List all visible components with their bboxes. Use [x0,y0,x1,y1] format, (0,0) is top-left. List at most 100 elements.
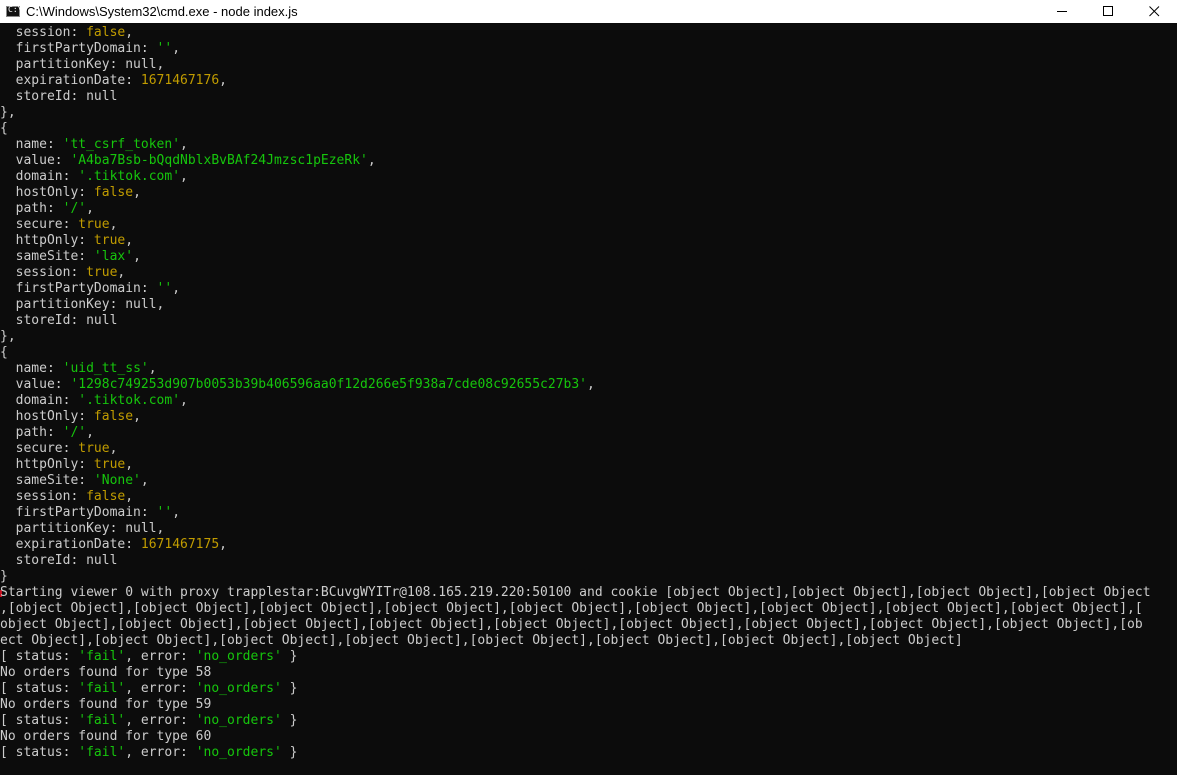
console-line: { [0,121,8,137]
console-token: domain: [0,393,79,408]
console-token: true [78,441,110,456]
console-line: Starting viewer 0 with proxy trapplestar… [0,585,1151,601]
console-token: , [133,185,141,200]
console-token: } [281,713,298,728]
close-button[interactable] [1131,0,1177,23]
minimize-button[interactable] [1039,0,1085,23]
console-line: No orders found for type 60 [0,729,211,745]
console-token: , [180,393,188,408]
window-title: C:\Windows\System32\cmd.exe - node index… [26,4,298,19]
console-token: , [86,201,94,216]
console-token: session: [0,489,87,504]
console-line: expirationDate: 1671467175, [0,537,227,553]
console-line: secure: true, [0,217,118,233]
console-token: storeId: null [0,89,118,104]
console-token: , error: [125,649,196,664]
console-token: session: [0,25,87,40]
console-token: , [86,425,94,440]
console-token: firstPartyDomain: [0,505,157,520]
console-token: , [125,457,134,472]
console-token: 'no_orders' [195,713,282,728]
console-token: , [587,377,595,392]
console-token: true [93,457,126,472]
console-token: } [281,745,298,760]
console-token: , [367,153,376,168]
console-token: No orders found for type 60 [0,729,212,744]
console-token: [ status: [0,681,79,696]
console-token: , [172,505,181,520]
console-token: 'uid_tt_ss' [62,361,149,376]
console-token: , [140,473,149,488]
console-line: expirationDate: 1671467176, [0,73,227,89]
console-line: { [0,345,8,361]
console-line: domain: '.tiktok.com', [0,169,188,185]
console-token: path: [0,201,63,216]
console-token: [ status: [0,745,79,760]
console-token: sameSite: [0,249,94,264]
console-token: , [133,249,141,264]
console-token: partitionKey: null, [0,297,165,312]
console-token: expirationDate: [0,537,141,552]
console-token: , [180,169,188,184]
console-token: , [125,25,134,40]
console-line: No orders found for type 58 [0,665,211,681]
title-bar[interactable]: C:\ C:\Windows\System32\cmd.exe - node i… [0,0,1177,23]
console-token: [ status: [0,713,79,728]
console-line: firstPartyDomain: '', [0,281,180,297]
console-token: '1298c749253d907b0053b39b406596aa0f12d26… [70,377,588,392]
console-line: storeId: null [0,89,118,105]
console-token: , [117,265,126,280]
console-token: hostOnly: [0,409,94,424]
console-token: 'fail' [78,681,126,696]
console-token: , [172,41,181,56]
console-line: hostOnly: false, [0,185,141,201]
console-line: value: '1298c749253d907b0053b39b406596aa… [0,377,595,393]
console-token: 'tt_csrf_token' [62,137,181,152]
console-token: [ status: [0,649,79,664]
console-line: storeId: null [0,313,118,329]
console-token: 'no_orders' [195,681,282,696]
console-token: 'fail' [78,713,126,728]
console-token: No orders found for type 58 [0,665,212,680]
console-token: , [219,537,227,552]
console-line: [ status: 'fail', error: 'no_orders' } [0,713,297,729]
console-token: , [148,361,157,376]
console-token: true [78,217,110,232]
console-line: }, [0,105,16,121]
console-output[interactable]: session: false, firstPartyDomain: '', pa… [0,25,1177,775]
console-token: '' [156,281,173,296]
console-token: , error: [125,745,196,760]
window-controls [1039,0,1177,23]
console-token: , [125,489,134,504]
console-token: value: [0,153,71,168]
console-token: false [93,185,134,200]
console-token: '.tiktok.com' [78,393,181,408]
console-line: }, [0,329,16,345]
console-token: storeId: null [0,313,118,328]
console-token: '' [156,41,173,56]
console-token: session: [0,265,87,280]
console-line: httpOnly: true, [0,233,133,249]
console-token: '/' [62,425,87,440]
console-token: path: [0,425,63,440]
console-line: ,[object Object],[object Object],[object… [0,601,1143,617]
console-token: { [0,345,8,360]
maximize-button[interactable] [1085,0,1131,23]
console-token: false [86,489,126,504]
console-token: 1671467176 [140,73,220,88]
console-line: session: true, [0,265,126,281]
console-token: value: [0,377,71,392]
console-token: partitionKey: null, [0,57,165,72]
console-token: 'fail' [78,649,126,664]
console-line: partitionKey: null, [0,57,165,73]
console-token: name: [0,361,63,376]
console-token: secure: [0,441,79,456]
console-line: session: false, [0,489,133,505]
console-token: , [125,233,134,248]
cmd-app-icon[interactable]: C:\ [6,5,22,17]
console-line: firstPartyDomain: '', [0,41,180,57]
console-line: [ status: 'fail', error: 'no_orders' } [0,745,297,761]
console-token: false [93,409,134,424]
console-token: 'lax' [93,249,134,264]
console-token: domain: [0,169,79,184]
